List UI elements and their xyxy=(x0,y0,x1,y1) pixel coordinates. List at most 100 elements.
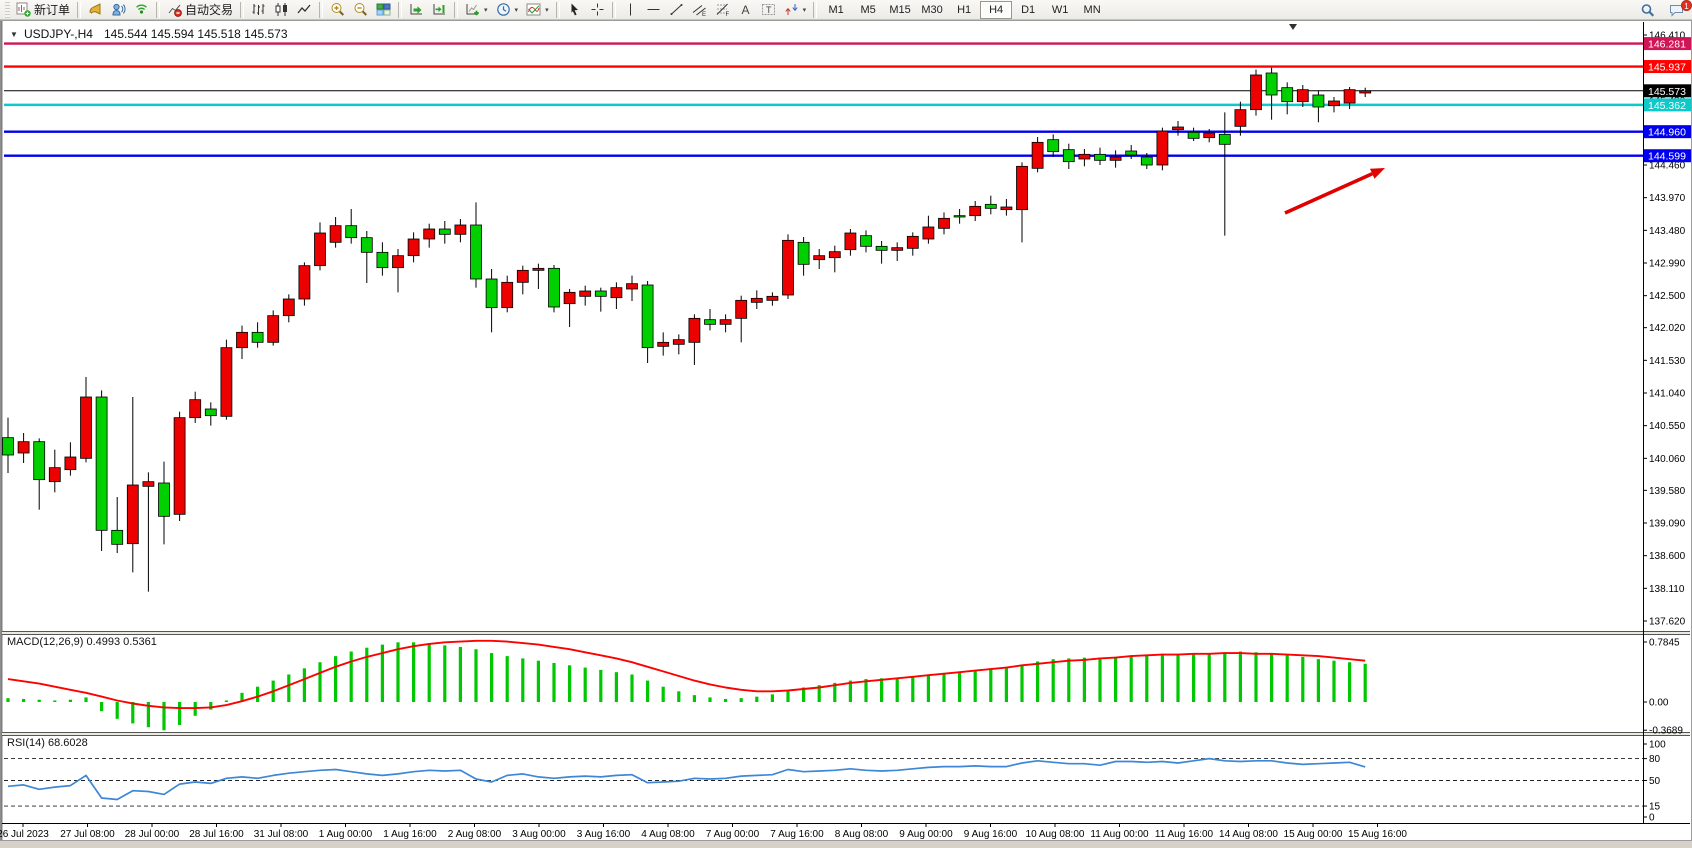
svg-text:9 Aug 00:00: 9 Aug 00:00 xyxy=(899,829,953,840)
svg-text:9 Aug 16:00: 9 Aug 16:00 xyxy=(964,829,1018,840)
trendline-button[interactable] xyxy=(665,0,688,20)
autotrading-button[interactable]: 自动交易 xyxy=(163,0,237,20)
horizontal-line-button[interactable] xyxy=(642,0,665,20)
timeframe-m5-button[interactable]: M5 xyxy=(852,1,884,19)
candles-chart-icon xyxy=(274,2,289,17)
timeframe-m15-button[interactable]: M15 xyxy=(884,1,916,19)
svg-text:144.599: 144.599 xyxy=(1648,151,1686,163)
toolbar-separator xyxy=(454,2,458,18)
vps-button[interactable] xyxy=(130,0,153,20)
toolbar-separator xyxy=(398,2,402,18)
indicators-icon xyxy=(526,2,541,17)
svg-text:15: 15 xyxy=(1649,802,1661,813)
zoom-in-button[interactable] xyxy=(326,0,349,20)
svg-text:7 Aug 00:00: 7 Aug 00:00 xyxy=(706,829,760,840)
search-button[interactable] xyxy=(1636,0,1659,20)
svg-text:142.500: 142.500 xyxy=(1649,291,1686,302)
clock-icon xyxy=(496,2,511,17)
profiles-button[interactable]: ▾ xyxy=(492,0,523,20)
timeframe-mn-button[interactable]: MN xyxy=(1076,1,1108,19)
svg-text:11 Aug 16:00: 11 Aug 16:00 xyxy=(1155,829,1214,840)
timeframe-m1-button[interactable]: M1 xyxy=(820,1,852,19)
text-button[interactable]: A xyxy=(734,0,757,20)
svg-text:139.580: 139.580 xyxy=(1649,486,1686,497)
svg-text:3 Aug 16:00: 3 Aug 16:00 xyxy=(577,829,631,840)
svg-text:8 Aug 08:00: 8 Aug 08:00 xyxy=(835,829,889,840)
vline-icon xyxy=(623,2,638,17)
arrows-icon xyxy=(784,2,799,17)
auto-scroll-icon xyxy=(409,2,424,17)
svg-text:141.530: 141.530 xyxy=(1649,356,1686,367)
svg-text:140.550: 140.550 xyxy=(1649,421,1686,432)
channel-icon: E xyxy=(692,2,707,17)
timeframe-d1-button[interactable]: D1 xyxy=(1012,1,1044,19)
chart-shift-button[interactable] xyxy=(428,0,451,20)
svg-text:28 Jul 00:00: 28 Jul 00:00 xyxy=(125,829,180,840)
new-chart-icon xyxy=(465,2,480,17)
market-button[interactable] xyxy=(84,0,107,20)
dropdown-caret-icon[interactable]: ▾ xyxy=(484,6,488,14)
dropdown-caret-icon[interactable]: ▾ xyxy=(545,6,549,14)
auto-scroll-button[interactable] xyxy=(405,0,428,20)
autotrading-button-label: 自动交易 xyxy=(185,1,233,18)
chart-symbol-title[interactable]: USDJPY-,H4 xyxy=(24,27,93,41)
fibo-icon: F xyxy=(715,2,730,17)
timeframe-h1-button[interactable]: H1 xyxy=(948,1,980,19)
label-icon: T xyxy=(761,2,776,17)
text-icon: A xyxy=(738,2,753,17)
text-label-button[interactable]: T xyxy=(757,0,780,20)
svg-text:50: 50 xyxy=(1649,776,1661,787)
vps-icon xyxy=(134,2,149,17)
svg-text:143.480: 143.480 xyxy=(1649,226,1686,237)
svg-text:10 Aug 08:00: 10 Aug 08:00 xyxy=(1026,829,1085,840)
svg-text:0.00: 0.00 xyxy=(1649,698,1669,709)
bars-chart-icon xyxy=(251,2,266,17)
macd-indicator-label: MACD(12,26,9) 0.4993 0.5361 xyxy=(7,636,157,648)
chart-shift-icon xyxy=(432,2,447,17)
toolbar-drag-handle[interactable] xyxy=(5,2,10,18)
timeframe-m30-button[interactable]: M30 xyxy=(916,1,948,19)
svg-text:80: 80 xyxy=(1649,754,1661,765)
toolbar-separator xyxy=(240,2,244,18)
vertical-line-button[interactable] xyxy=(619,0,642,20)
svg-text:141.040: 141.040 xyxy=(1649,389,1686,400)
equidistant-channel-button[interactable]: E xyxy=(688,0,711,20)
svg-text:15 Aug 00:00: 15 Aug 00:00 xyxy=(1284,829,1343,840)
symbol-dropdown-icon[interactable]: ▼ xyxy=(10,30,18,39)
cursor-button[interactable] xyxy=(563,0,586,20)
svg-text:0.7845: 0.7845 xyxy=(1649,638,1680,649)
autotrading-icon xyxy=(167,2,182,17)
dropdown-caret-icon[interactable]: ▾ xyxy=(515,6,519,14)
bar-chart-button[interactable] xyxy=(247,0,270,20)
mt4-terminal: 新订单 自动交易 ▾ ▾ ▾ EFAT ▾ M1M5M15M30H1H4D1W1MN 1 146… xyxy=(0,0,1692,848)
svg-text:14 Aug 08:00: 14 Aug 08:00 xyxy=(1219,829,1278,840)
timeframe-w1-button[interactable]: W1 xyxy=(1044,1,1076,19)
toolbar: 新订单 自动交易 ▾ ▾ ▾ EFAT ▾ M1M5M15M30H1H4D1W1MN 1 xyxy=(0,0,1692,20)
tile-windows-button[interactable] xyxy=(372,0,395,20)
cursor-icon xyxy=(567,2,582,17)
chat-button[interactable]: 1 xyxy=(1665,0,1688,20)
gold-horn-icon xyxy=(88,2,103,17)
timeframe-h4-button[interactable]: H4 xyxy=(980,1,1012,19)
svg-text:139.090: 139.090 xyxy=(1649,519,1686,530)
signals-button[interactable] xyxy=(107,0,130,20)
crosshair-button[interactable] xyxy=(586,0,609,20)
chart-canvas[interactable]: 146.410145.920145.430144.940144.460143.9… xyxy=(0,20,1692,848)
zoom-out-button[interactable] xyxy=(349,0,372,20)
svg-text:1 Aug 00:00: 1 Aug 00:00 xyxy=(319,829,373,840)
line-chart-button[interactable] xyxy=(293,0,316,20)
svg-text:100: 100 xyxy=(1649,740,1666,751)
candlestick-chart-button[interactable] xyxy=(270,0,293,20)
toolbar-separator xyxy=(319,2,323,18)
svg-text:138.600: 138.600 xyxy=(1649,551,1686,562)
indicators-button[interactable]: ▾ xyxy=(522,0,553,20)
new-chart-button[interactable]: ▾ xyxy=(461,0,492,20)
svg-text:28 Jul 16:00: 28 Jul 16:00 xyxy=(189,829,244,840)
new-order-button[interactable]: 新订单 xyxy=(12,0,74,20)
fibonacci-button[interactable]: F xyxy=(711,0,734,20)
svg-text:144.960: 144.960 xyxy=(1648,127,1686,139)
svg-text:3 Aug 00:00: 3 Aug 00:00 xyxy=(512,829,566,840)
dropdown-caret-icon[interactable]: ▾ xyxy=(803,6,807,14)
arrows-button[interactable]: ▾ xyxy=(780,0,811,20)
new-order-button-label: 新订单 xyxy=(34,1,70,18)
